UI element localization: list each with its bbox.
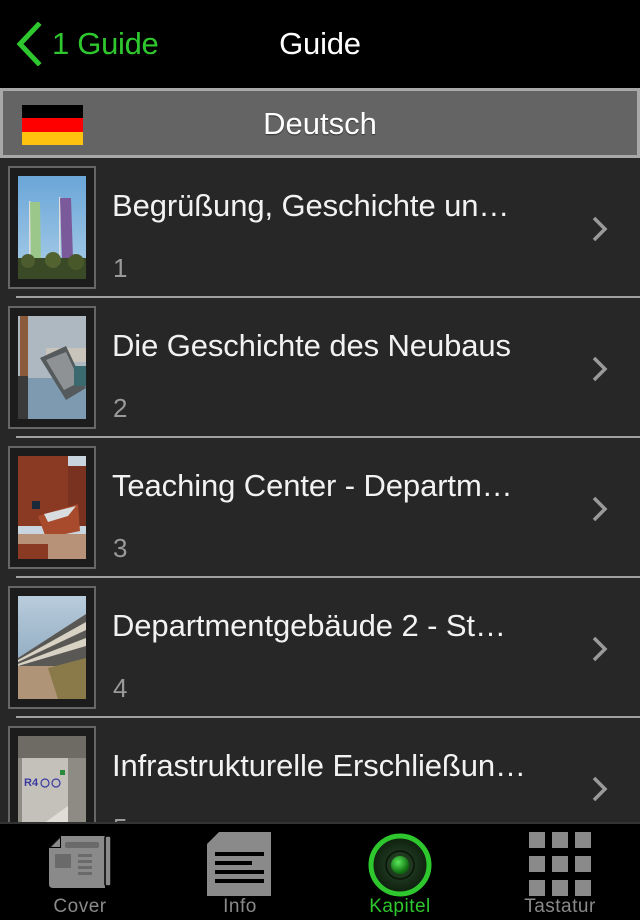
- chapter-number: 3: [113, 533, 128, 563]
- chapter-row[interactable]: Die Geschichte des Neubaus 2: [0, 298, 640, 438]
- chapter-thumbnail: [8, 166, 96, 289]
- chapter-title: Departmentgebäude 2 - St…: [112, 608, 506, 643]
- chapter-title: Die Geschichte des Neubaus: [112, 328, 511, 363]
- tab-label: Kapitel: [369, 896, 431, 917]
- chevron-right-icon: [592, 776, 608, 802]
- language-label: Deutsch: [263, 106, 377, 141]
- chapter-thumbnail: [8, 586, 96, 709]
- tab-label: Info: [223, 896, 257, 917]
- chapter-row[interactable]: Begrüßung, Geschichte un… 1: [0, 158, 640, 298]
- chapter-row[interactable]: R4 Infrastrukturelle Erschließun… 5: [0, 718, 640, 822]
- newspaper-icon: [49, 835, 112, 888]
- chevron-right-icon: [592, 636, 608, 662]
- facade-photo: [18, 596, 86, 699]
- tab-label: Cover: [53, 896, 107, 917]
- page-title: Guide: [279, 26, 361, 61]
- svg-text:R4: R4: [24, 777, 39, 789]
- chapter-number: 1: [113, 253, 128, 283]
- tab-cover[interactable]: Cover: [0, 824, 160, 920]
- chevron-right-icon: [592, 356, 608, 382]
- tab-label: Tastatur: [524, 896, 596, 917]
- document-icon: [207, 832, 271, 896]
- tab-tastatur[interactable]: Tastatur: [480, 824, 640, 920]
- chapter-number: 5: [113, 813, 127, 822]
- chevron-right-icon: [592, 216, 608, 242]
- keypad-icon: [529, 832, 591, 896]
- chevron-right-icon: [592, 496, 608, 522]
- chapter-row[interactable]: Departmentgebäude 2 - St… 4: [0, 578, 640, 718]
- chapter-title: Teaching Center - Departm…: [112, 468, 513, 503]
- tab-bar: Cover Info Kapitel Tastatur: [0, 822, 640, 920]
- bike-sign-photo: R4: [18, 736, 86, 822]
- language-selector[interactable]: Deutsch: [0, 88, 640, 158]
- chapter-row[interactable]: Teaching Center - Departm… 3: [0, 438, 640, 578]
- chapter-title: Begrüßung, Geschichte un…: [112, 188, 510, 223]
- chapter-list[interactable]: Begrüßung, Geschichte un… 1 Die Geschich…: [0, 158, 640, 822]
- chapter-title: Infrastrukturelle Erschließun…: [112, 748, 526, 783]
- chapter-thumbnail: [8, 446, 96, 569]
- flags-photo: [18, 176, 86, 279]
- construction-photo: [18, 316, 86, 419]
- chapter-thumbnail: R4: [8, 726, 96, 822]
- red-building-photo: [18, 456, 86, 559]
- tab-kapitel[interactable]: Kapitel: [320, 824, 480, 920]
- chapter-number: 4: [113, 673, 128, 703]
- chapter-number: 2: [113, 393, 128, 423]
- tab-info[interactable]: Info: [160, 824, 320, 920]
- chapter-thumbnail: [8, 306, 96, 429]
- navigation-bar: 1 Guide Guide: [0, 0, 640, 88]
- speaker-icon: [368, 833, 432, 897]
